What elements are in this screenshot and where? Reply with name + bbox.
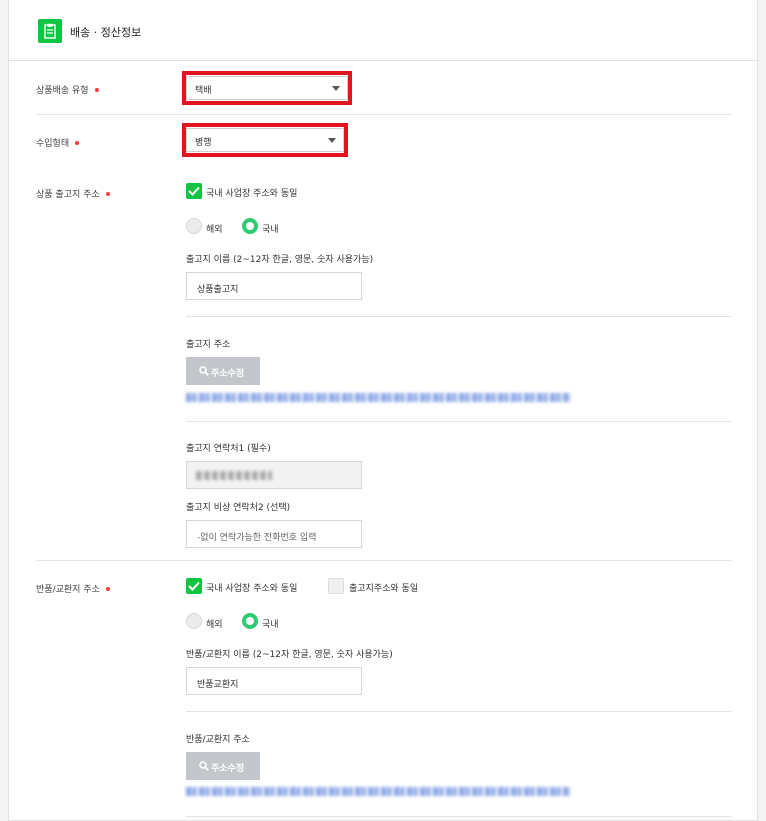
required-dot xyxy=(105,586,110,591)
release-domestic-label: 국내 xyxy=(262,225,279,235)
release-contact2-label: 출고지 비상 연락처2 (선택) xyxy=(186,503,291,513)
page-title: 배송 · 정산정보 xyxy=(70,26,142,39)
return-same-domestic-checkbox[interactable] xyxy=(186,578,202,594)
return-address-text-redacted xyxy=(186,787,570,796)
release-address-label: 상품 출고지 주소 xyxy=(36,187,110,200)
release-domestic-radio[interactable] xyxy=(242,218,258,234)
release-same-domestic-label: 국내 사업장 주소와 동일 xyxy=(206,189,298,199)
import-type-select[interactable]: 병행 xyxy=(186,128,344,152)
return-domestic-radio[interactable] xyxy=(242,613,258,629)
return-same-domestic-label: 국내 사업장 주소와 동일 xyxy=(206,584,298,594)
release-address-title: 출고지 주소 xyxy=(186,340,231,350)
divider xyxy=(186,421,732,422)
release-overseas-radio[interactable] xyxy=(186,218,202,234)
return-domestic-label: 국내 xyxy=(262,620,279,630)
release-contact2-input[interactable]: -없이 연락가능한 전화번호 입력 xyxy=(186,520,362,548)
release-name-label: 출고지 이름 (2~12자 한글, 영문, 숫자 사용가능) xyxy=(186,255,374,265)
divider xyxy=(186,711,732,712)
search-icon xyxy=(199,366,209,376)
divider xyxy=(186,316,732,317)
clipboard-icon xyxy=(38,19,62,43)
divider xyxy=(36,114,732,115)
shipping-settlement-card: 배송 · 정산정보 상품배송 유형 택배 수입형태 병행 상품 출고지 주소 국… xyxy=(8,0,759,821)
required-dot xyxy=(75,140,80,145)
return-address-title: 반품/교환지 주소 xyxy=(186,735,250,745)
release-contact1-label: 출고지 연락처1 (필수) xyxy=(186,444,271,454)
required-dot xyxy=(105,191,110,196)
release-address-edit-button[interactable]: 주소수정 xyxy=(186,357,260,385)
chevron-down-icon xyxy=(332,86,340,91)
divider xyxy=(36,560,732,561)
chevron-down-icon xyxy=(328,138,336,143)
import-type-label: 수입형태 xyxy=(36,136,80,149)
contact1-redacted xyxy=(196,471,272,480)
return-address-edit-button[interactable]: 주소수정 xyxy=(186,752,260,780)
return-address-label: 반품/교환지 주소 xyxy=(36,582,110,595)
return-name-label: 반품/교환지 이름 (2~12자 한글, 영문, 숫자 사용가능) xyxy=(186,650,393,660)
search-icon xyxy=(199,761,209,771)
release-name-input[interactable]: 상품출고지 xyxy=(186,272,362,300)
release-same-domestic-checkbox[interactable] xyxy=(186,183,202,199)
shipping-type-select[interactable]: 택배 xyxy=(186,76,348,100)
release-overseas-label: 해외 xyxy=(206,225,223,235)
release-contact1-input[interactable] xyxy=(186,461,362,489)
return-name-input[interactable]: 반품교환지 xyxy=(186,667,362,695)
return-same-release-label: 출고지주소와 동일 xyxy=(349,584,419,594)
return-same-release-checkbox[interactable] xyxy=(328,578,344,594)
return-overseas-label: 해외 xyxy=(206,620,223,630)
return-overseas-radio[interactable] xyxy=(186,613,202,629)
shipping-type-label: 상품배송 유형 xyxy=(36,83,99,96)
divider xyxy=(186,816,732,817)
release-address-text-redacted xyxy=(186,393,570,402)
required-dot xyxy=(94,87,99,92)
card-header: 배송 · 정산정보 xyxy=(9,0,759,61)
